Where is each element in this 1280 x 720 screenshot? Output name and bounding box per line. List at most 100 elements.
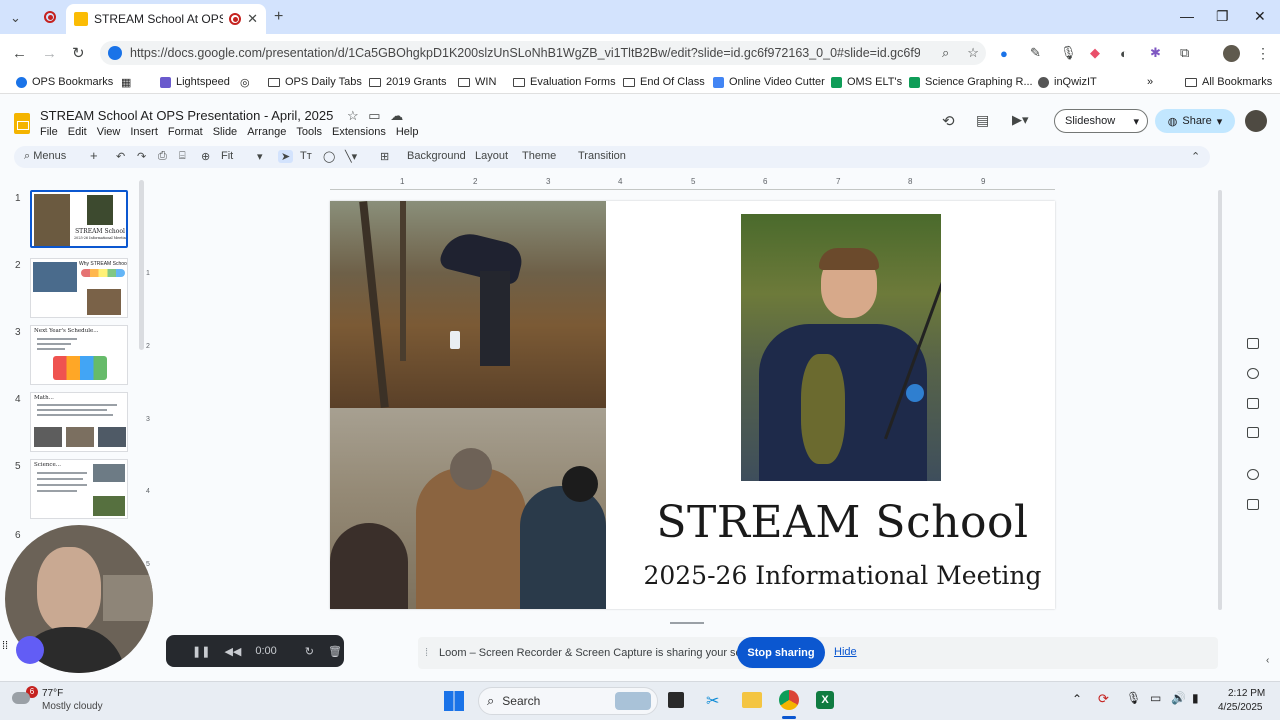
more-bookmarks-icon[interactable]: » bbox=[1147, 76, 1153, 88]
slide-subtitle[interactable]: 2025-26 Informational Meeting bbox=[610, 561, 1055, 590]
extension-icon[interactable]: ● bbox=[1000, 46, 1008, 61]
microphone-icon[interactable]: 🎙 bbox=[1060, 45, 1077, 61]
transition-button[interactable]: Transition bbox=[578, 150, 626, 162]
slide-thumbnail-4[interactable]: Math... bbox=[30, 392, 128, 452]
browser-tab-active[interactable]: STREAM School At OPS Pre ✕ bbox=[66, 4, 266, 34]
slide-thumbnail-2[interactable]: Why STREAM School bbox=[30, 258, 128, 318]
rewind-icon[interactable]: ◀◀ bbox=[224, 645, 241, 658]
filmstrip-scrollbar[interactable] bbox=[139, 180, 144, 350]
battery-icon[interactable]: ▮ bbox=[1192, 691, 1199, 705]
apps-grid-icon[interactable]: ▦ bbox=[121, 76, 131, 89]
maximize-icon[interactable]: ❐ bbox=[1216, 8, 1229, 25]
clock-date[interactable]: 4/25/2025 bbox=[1218, 702, 1263, 713]
microphone-tray-icon[interactable]: 🎙 bbox=[1126, 691, 1141, 705]
bookmark-star-icon[interactable]: ☆ bbox=[967, 45, 979, 61]
bookmark-inqwizit[interactable]: inQwizIT bbox=[1038, 76, 1097, 88]
slide-thumbnail-5[interactable]: Science... bbox=[30, 459, 128, 519]
delete-icon[interactable]: 🗑 bbox=[328, 645, 342, 658]
share-dropdown-icon[interactable]: ▾ bbox=[1217, 115, 1223, 128]
reload-icon[interactable]: ↻ bbox=[72, 44, 85, 62]
share-button[interactable]: ◍ Share ▾ bbox=[1155, 109, 1235, 133]
account-avatar[interactable] bbox=[1245, 110, 1267, 132]
menu-tools[interactable]: Tools bbox=[296, 126, 322, 138]
recording-icon[interactable] bbox=[44, 11, 56, 23]
taskbar-search[interactable]: ⌕ Search bbox=[478, 687, 658, 715]
menu-edit[interactable]: Edit bbox=[68, 126, 87, 138]
task-view-icon[interactable] bbox=[668, 692, 684, 708]
menu-format[interactable]: Format bbox=[168, 126, 203, 138]
star-icon[interactable]: ☆ bbox=[347, 108, 359, 124]
windows-start-icon[interactable] bbox=[444, 691, 464, 711]
zoom-icon[interactable]: ⊕ bbox=[201, 150, 210, 163]
loom-menu-icon[interactable]: ⁞⁞ bbox=[2, 640, 14, 658]
profile-avatar[interactable] bbox=[1223, 44, 1240, 62]
volume-icon[interactable]: 🔊 bbox=[1171, 691, 1186, 705]
menu-slide[interactable]: Slide bbox=[213, 126, 237, 138]
redo-icon[interactable]: ↷ bbox=[137, 150, 146, 163]
cloud-status-icon[interactable]: ☁ bbox=[390, 108, 403, 124]
theme-button[interactable]: Theme bbox=[522, 150, 556, 162]
document-title[interactable]: STREAM School At OPS Presentation - Apri… bbox=[40, 108, 403, 124]
addon-icon[interactable] bbox=[1247, 499, 1259, 510]
collapse-rail-icon[interactable]: ‹ bbox=[1266, 655, 1269, 666]
bookmark-ops-bookmarks[interactable]: OPS Bookmarks bbox=[16, 76, 113, 88]
network-icon[interactable]: ▭ bbox=[1150, 691, 1161, 705]
restart-icon[interactable]: ↻ bbox=[305, 645, 314, 658]
site-info-icon[interactable] bbox=[108, 46, 122, 60]
address-bar[interactable]: https://docs.google.com/presentation/d/1… bbox=[100, 41, 986, 65]
loom-extension-icon[interactable]: ◆ bbox=[1090, 45, 1100, 61]
search-menus-button[interactable]: ⌕ Menus bbox=[24, 150, 66, 163]
slideshow-dropdown-icon[interactable]: ▾ bbox=[1133, 115, 1139, 128]
drag-handle-icon[interactable]: ⁞ bbox=[425, 647, 428, 659]
contacts-icon[interactable] bbox=[1247, 398, 1259, 409]
drive-icon[interactable] bbox=[1247, 427, 1259, 438]
move-folder-icon[interactable]: ▭ bbox=[368, 108, 380, 124]
vertical-scrollbar[interactable] bbox=[1218, 190, 1222, 610]
snipping-tool-icon[interactable]: ✂ bbox=[706, 691, 719, 711]
show-hidden-icons[interactable]: ⌃ bbox=[1072, 692, 1082, 706]
bookmark-2019-grants[interactable]: 2019 Grants bbox=[369, 76, 447, 88]
all-bookmarks[interactable]: All Bookmarks bbox=[1185, 76, 1272, 88]
forward-icon[interactable]: → bbox=[42, 45, 57, 62]
slide-title[interactable]: STREAM School bbox=[610, 497, 1055, 548]
excel-icon[interactable]: X bbox=[816, 691, 834, 709]
select-tool-icon[interactable]: ➤ bbox=[278, 150, 294, 163]
bookmark-evaluation-forms[interactable]: Evaluation Forms bbox=[513, 76, 616, 88]
close-tab-icon[interactable]: ✕ bbox=[247, 11, 258, 27]
line-icon[interactable]: ╲▾ bbox=[345, 150, 357, 163]
menu-file[interactable]: File bbox=[40, 126, 58, 138]
menu-insert[interactable]: Insert bbox=[130, 126, 158, 138]
zoom-icon[interactable]: ⌕ bbox=[942, 45, 949, 61]
pen-icon[interactable]: ✎ bbox=[1030, 45, 1041, 61]
bookmark-ops-daily-tabs[interactable]: OPS Daily Tabs bbox=[268, 76, 362, 88]
meet-icon[interactable]: ▶▾ bbox=[1012, 112, 1029, 128]
bookmark-science-graphing[interactable]: Science Graphing R... bbox=[909, 76, 1033, 88]
chrome-menu-icon[interactable]: ⋮ bbox=[1256, 45, 1270, 62]
slide-thumbnail-1[interactable]: STREAM School 2025-26 Informational Meet… bbox=[30, 190, 128, 248]
minimize-icon[interactable]: — bbox=[1180, 8, 1194, 24]
comment-add-icon[interactable]: ⊞ bbox=[380, 150, 389, 163]
photo-birdwatching[interactable] bbox=[330, 408, 606, 609]
file-explorer-icon[interactable] bbox=[742, 692, 762, 708]
menu-view[interactable]: View bbox=[97, 126, 121, 138]
background-button[interactable]: Background bbox=[407, 150, 466, 162]
shape-icon[interactable]: ◯ bbox=[323, 150, 335, 163]
chrome-taskbar-icon[interactable] bbox=[779, 690, 799, 710]
print-icon[interactable]: ⎙ bbox=[158, 150, 167, 163]
clock-time[interactable]: 2:12 PM bbox=[1228, 688, 1265, 699]
new-tab-icon[interactable]: + bbox=[274, 8, 283, 26]
bookmark-win[interactable]: WIN bbox=[458, 76, 496, 88]
sync-icon[interactable]: ⟳ bbox=[1098, 691, 1109, 707]
version-history-icon[interactable]: ⟲ bbox=[942, 112, 955, 130]
menu-arrange[interactable]: Arrange bbox=[247, 126, 286, 138]
tasks-icon[interactable] bbox=[1247, 368, 1259, 379]
extension-2-icon[interactable]: ◐ bbox=[1120, 46, 1128, 61]
pause-icon[interactable]: ❚❚ bbox=[192, 645, 210, 658]
text-box-icon[interactable]: Tт bbox=[300, 150, 312, 162]
hide-link[interactable]: Hide bbox=[834, 646, 857, 658]
bookmark-end-of-class[interactable]: End Of Class bbox=[623, 76, 705, 88]
temperature[interactable]: 77°F bbox=[42, 688, 63, 699]
maps-icon[interactable] bbox=[1247, 469, 1259, 480]
zoom-select[interactable]: Fit ▾ bbox=[221, 150, 265, 163]
canvas-scrollbar[interactable] bbox=[670, 622, 704, 624]
